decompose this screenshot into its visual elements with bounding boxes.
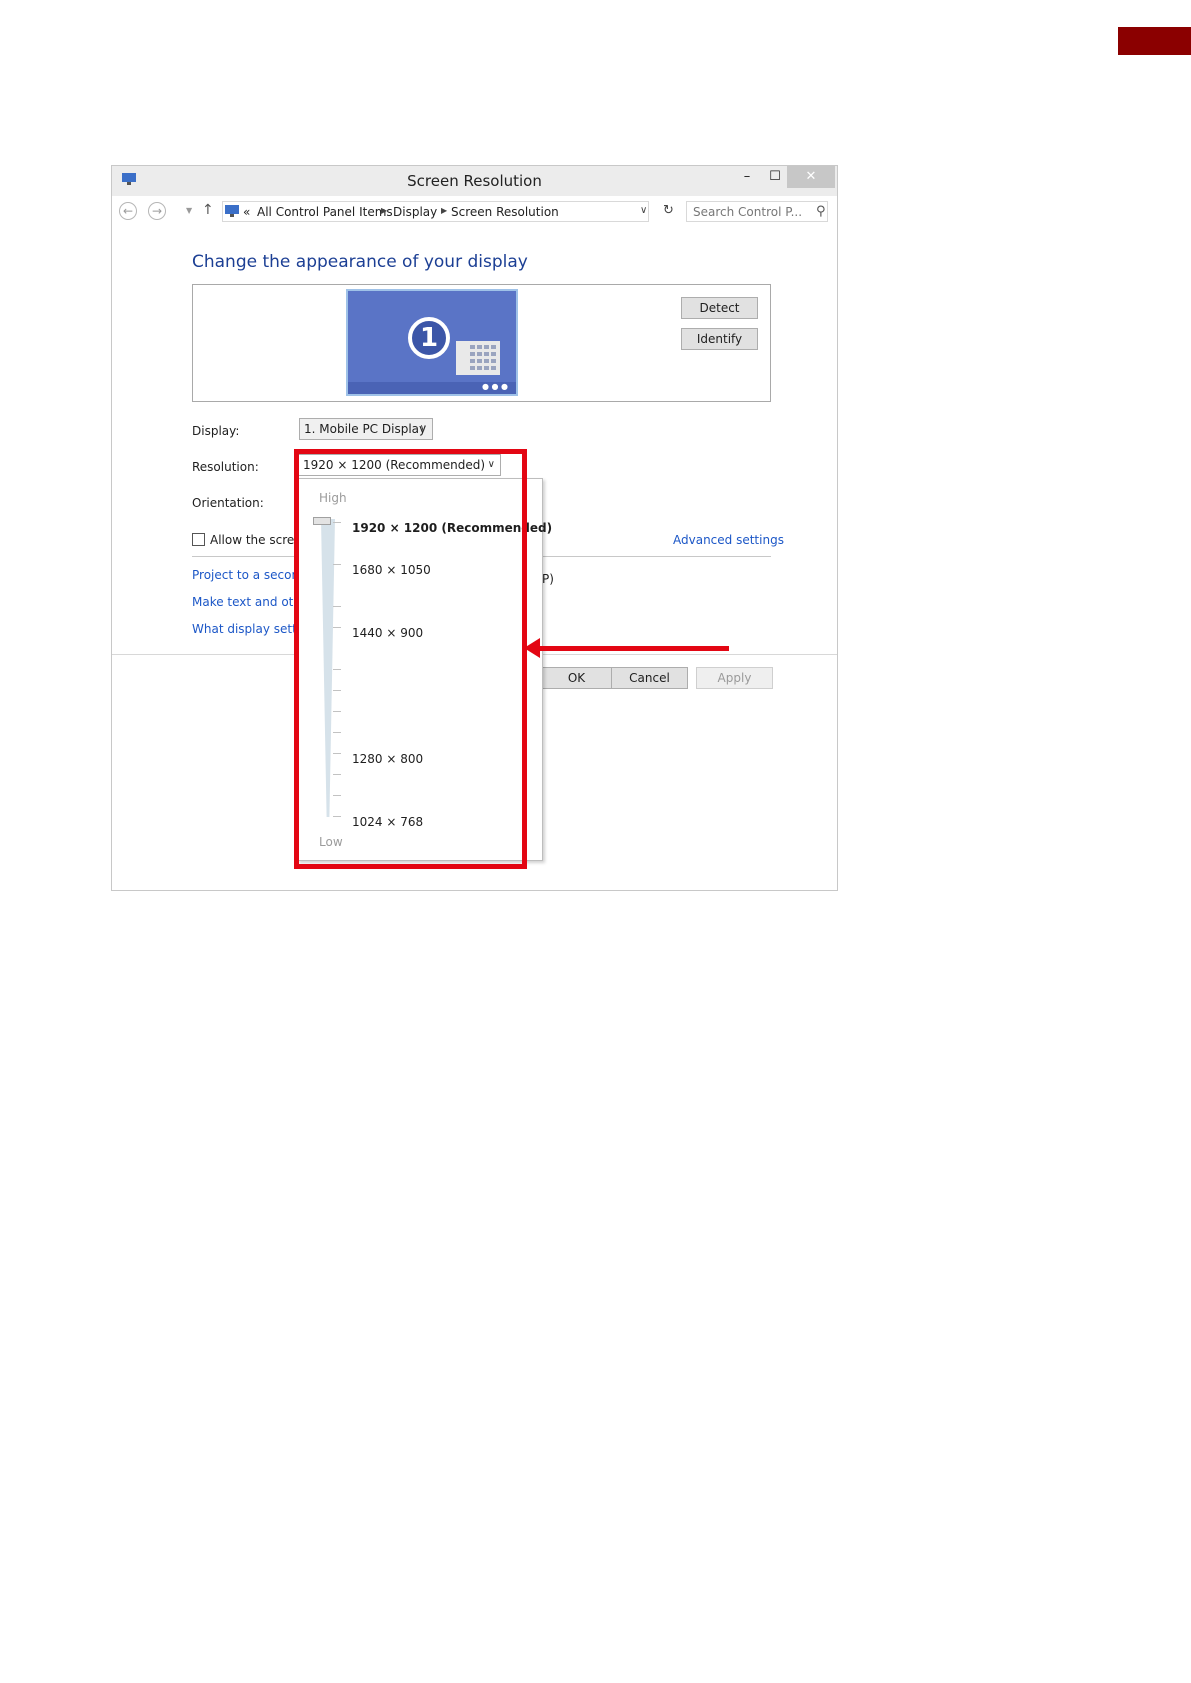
display-select[interactable]: 1. Mobile PC Display ∨ (299, 418, 433, 440)
monitor-1-thumbnail[interactable]: 1 ● ● ● (346, 289, 518, 396)
back-arrow-icon[interactable]: ← (119, 202, 137, 220)
minimize-button[interactable]: – (734, 166, 760, 188)
close-button[interactable]: ✕ (787, 166, 835, 188)
forward-arrow-icon[interactable]: → (148, 202, 166, 220)
page-title: Change the appearance of your display (192, 252, 528, 272)
breadcrumb-all-control-panel-items[interactable]: All Control Panel Items (257, 205, 393, 219)
advanced-settings-link[interactable]: Advanced settings (673, 533, 784, 547)
allow-rotation-label: Allow the scree (210, 533, 302, 547)
more-dots-icon: ● ● ● (481, 382, 508, 391)
breadcrumb-separator-icon[interactable]: ▶ (381, 206, 387, 215)
breadcrumb-separator-icon[interactable]: ▶ (441, 206, 447, 215)
address-bar[interactable]: « All Control Panel Items ▶ Display ▶ Sc… (222, 201, 649, 222)
project-link[interactable]: Project to a secon (192, 568, 299, 582)
title-bar: Screen Resolution – ☐ ✕ (112, 166, 837, 196)
display-preview: 1 ● ● ● Detect Identify (192, 284, 771, 402)
chevron-down-icon: ∨ (419, 423, 427, 434)
refresh-icon[interactable]: ↻ (663, 203, 674, 218)
search-placeholder: Search Control P... (693, 205, 803, 219)
monitor-number: 1 (408, 317, 450, 359)
recent-locations-chevron-icon[interactable]: ▼ (186, 206, 192, 215)
callout-arrow-line (537, 646, 729, 651)
control-panel-icon (225, 205, 239, 217)
breadcrumb-screen-resolution[interactable]: Screen Resolution (451, 205, 559, 219)
highlight-box (294, 449, 527, 869)
search-input[interactable]: Search Control P... ⚲ (686, 201, 828, 222)
start-screen-grid-icon (456, 341, 500, 375)
breadcrumb-overflow[interactable]: « (243, 205, 250, 219)
apply-button[interactable]: Apply (696, 667, 773, 689)
display-settings-help-link[interactable]: What display settir (192, 622, 305, 636)
maximize-button[interactable]: ☐ (762, 166, 788, 188)
cancel-button[interactable]: Cancel (611, 667, 688, 689)
text-size-link[interactable]: Make text and oth (192, 595, 301, 609)
orientation-label: Orientation: (192, 496, 264, 510)
up-arrow-icon[interactable]: ↑ (202, 202, 214, 218)
allow-rotation-checkbox[interactable] (192, 533, 205, 546)
window-title: Screen Resolution (407, 172, 542, 190)
ok-button[interactable]: OK (538, 667, 615, 689)
display-label: Display: (192, 424, 240, 438)
corner-tab (1118, 27, 1191, 55)
address-dropdown-chevron-icon[interactable]: ∨ (640, 205, 647, 216)
truncated-link-text: P) (542, 572, 554, 586)
display-select-value: 1. Mobile PC Display (304, 422, 427, 436)
resolution-label: Resolution: (192, 460, 259, 474)
breadcrumb-display[interactable]: Display (393, 205, 437, 219)
detect-button[interactable]: Detect (681, 297, 758, 319)
navigation-bar: ← → ▼ ↑ « All Control Panel Items ▶ Disp… (112, 196, 837, 226)
identify-button[interactable]: Identify (681, 328, 758, 350)
search-icon[interactable]: ⚲ (816, 204, 826, 219)
